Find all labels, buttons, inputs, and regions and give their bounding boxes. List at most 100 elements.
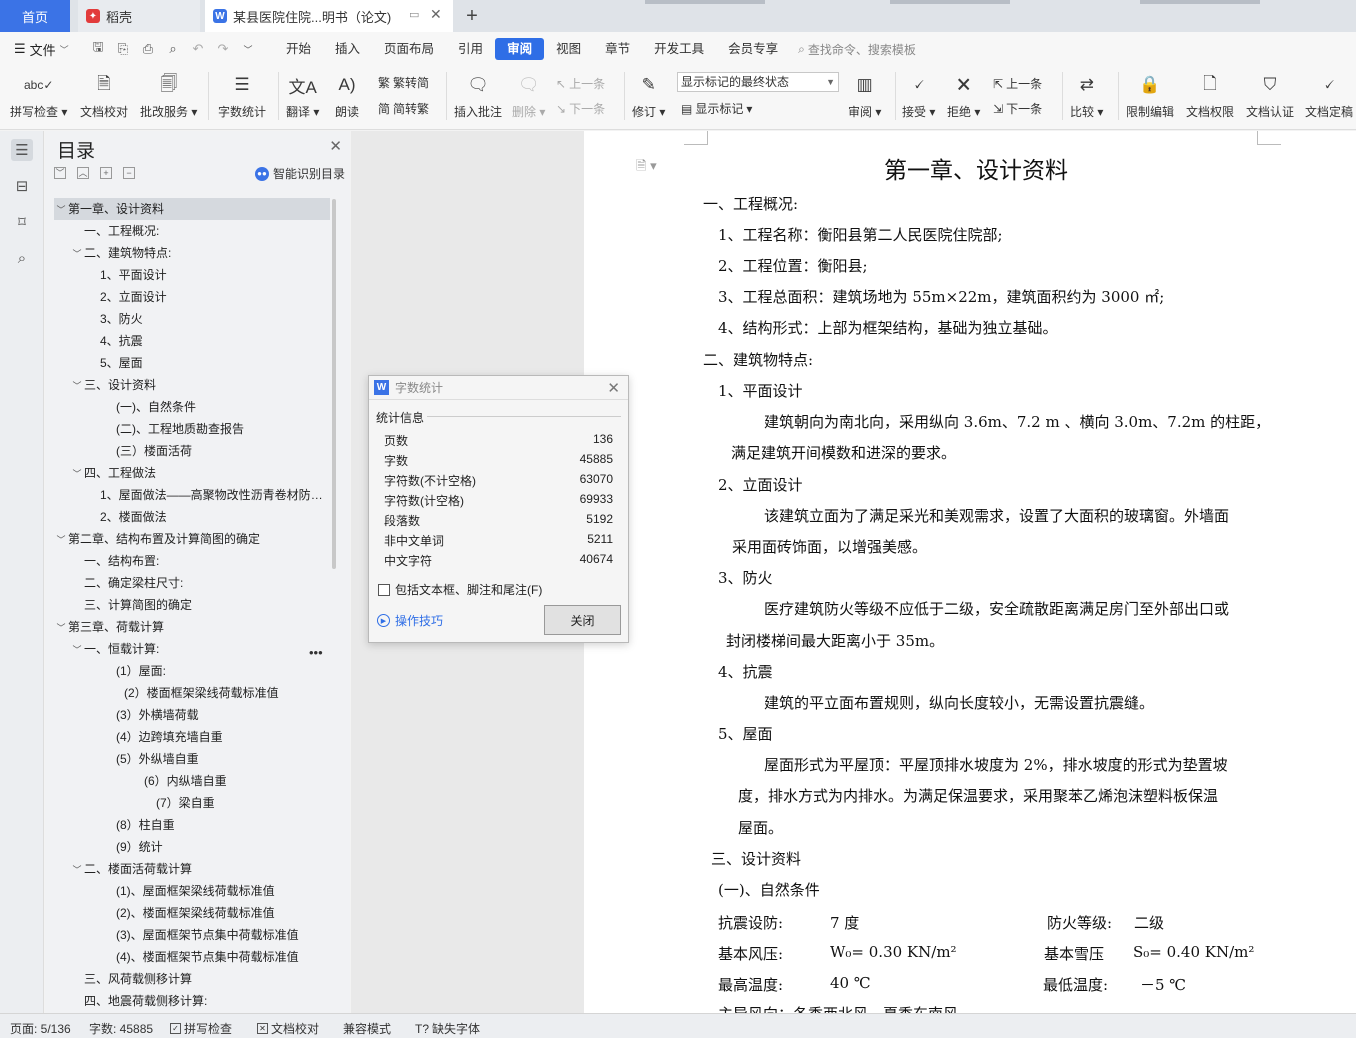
toc-item[interactable]: ﹀ 第二章、结构布置及计算简图的确定 [54,528,330,550]
next-comment-button[interactable]: ↘ 下一条 [556,100,605,117]
translate-button[interactable]: 文A 翻译 ▾ [286,70,319,120]
toc-item[interactable]: (8）柱自重 [54,814,330,836]
prev-change-button[interactable]: ⇱ 上一条 [993,75,1042,92]
toc-item[interactable]: (二)、工程地质勘查报告 [54,418,330,440]
read-aloud-button[interactable]: A) 朗读 [332,70,362,120]
toc-item[interactable]: ﹀ 三、设计资料 [54,374,330,396]
toc-item[interactable]: 3、防火 [54,308,330,330]
reject-button[interactable]: 🗙 拒绝 ▾ [947,70,980,120]
tab-daoke[interactable]: ✦ 稻壳 [78,0,200,32]
customize-toolbar-icon[interactable]: ﹀ [238,39,258,59]
doc-proof-status[interactable]: ✕ 文档校对 [257,1020,319,1037]
insert-comment-button[interactable]: 🗨 插入批注 [454,70,502,120]
toc-item[interactable]: (3)、屋面框架节点集中荷载标准值 [54,924,330,946]
print-preview-icon[interactable]: ⌕ [163,39,183,59]
toc-item[interactable]: (三）楼面活荷 [54,440,330,462]
show-markup-button[interactable]: ▤ 显示标记 ▾ [681,100,752,117]
toc-item[interactable]: (6）内纵墙自重 [54,770,330,792]
toc-item[interactable]: ﹀ 一、恒载计算: [54,638,330,660]
missing-font-status[interactable]: T? 缺失字体 [415,1020,480,1037]
export-pdf-icon[interactable]: ⎘ [113,39,133,59]
chevron-down-icon[interactable]: ﹀ [54,199,68,220]
toc-item[interactable]: (1）屋面: [54,660,330,682]
chapter-nav-icon[interactable]: ⊟ [11,175,33,197]
simp-to-trad-button[interactable]: 简简转繁 [378,100,429,117]
spell-check-status[interactable]: ✓ 拼写检查 [170,1020,232,1037]
delete-comment-button[interactable]: 🗨 删除 ▾ [512,70,545,120]
collapse-all-icon[interactable]: ﹀ [54,167,66,179]
menu-review[interactable]: 审阅 [495,38,545,60]
toc-scrollbar[interactable] [332,199,336,569]
find-icon[interactable]: ⌕ [11,247,33,269]
tab-document[interactable]: W 某县医院住院...明书（论文) ▭ ✕ [205,0,453,32]
close-icon[interactable]: ✕ [329,137,342,155]
chevron-down-icon[interactable]: ﹀ [70,639,84,660]
dialog-titlebar[interactable]: W 字数统计 [369,376,628,400]
toc-item[interactable]: 2、楼面做法 [54,506,330,528]
undo-icon[interactable]: ↶ [188,39,208,59]
expand-up-icon[interactable]: ︿ [77,167,89,179]
toc-item[interactable]: ﹀ 二、建筑物特点: [54,242,330,264]
toc-item[interactable]: 4、抗震 [54,330,330,352]
smart-toc-button[interactable]: ●● 智能识别目录 [255,165,345,182]
tab-home[interactable]: 首页 [0,0,70,32]
toc-item[interactable]: ﹀ 第一章、设计资料 [54,198,330,220]
word-count-indicator[interactable]: 字数: 45885 [89,1020,153,1037]
accept-button[interactable]: 🗸 接受 ▾ [902,70,935,120]
track-changes-button[interactable]: ✎ 修订 ▾ [632,70,665,120]
toc-item[interactable]: 三、计算简图的确定 [54,594,330,616]
chevron-down-icon[interactable]: ﹀ [70,243,84,264]
save-icon[interactable]: 🖫 [88,39,108,59]
next-change-button[interactable]: ⇲ 下一条 [993,100,1042,117]
toc-item[interactable]: (4)、楼面框架节点集中荷载标准值 [54,946,330,968]
toc-item[interactable]: 三、风荷载侧移计算 [54,968,330,990]
toc-item[interactable]: (一)、自然条件 [54,396,330,418]
command-search[interactable]: ⌕ 查找命令、搜索模板 [798,41,916,58]
toc-item[interactable]: (5）外纵墙自重 [54,748,330,770]
toc-item[interactable]: ﹀ 第三章、荷载计算 [54,616,330,638]
toc-item[interactable]: (7）梁自重 [54,792,330,814]
add-heading-icon[interactable]: + [100,167,112,179]
doc-permission-button[interactable]: 🗋 文档权限 [1186,70,1234,120]
compat-mode-status[interactable]: 兼容模式 [343,1020,391,1037]
spell-check-button[interactable]: abc✓ 拼写检查 ▾ [10,70,67,120]
compare-button[interactable]: ⇄ 比较 ▾ [1070,70,1103,120]
print-icon[interactable]: ⎙ [138,39,158,59]
toc-item[interactable]: (9）统计 [54,836,330,858]
toc-item[interactable]: 一、工程概况: [54,220,330,242]
toc-item[interactable]: 一、结构布置: [54,550,330,572]
new-tab-button[interactable]: + [462,0,482,32]
doc-cert-button[interactable]: ⛉ 文档认证 [1246,70,1294,120]
menu-chapter[interactable]: 章节 [593,38,642,60]
close-icon[interactable]: ✕ [607,379,620,397]
menu-member[interactable]: 会员专享 [716,38,790,60]
doc-finalize-button[interactable]: 🗸 文档定稿 [1305,70,1353,120]
remove-heading-icon[interactable]: − [123,167,135,179]
menu-layout[interactable]: 页面布局 [372,38,446,60]
toc-view-icon[interactable]: ☰ [11,139,33,161]
toc-item[interactable]: (3）外横墙荷载 [54,704,330,726]
redo-icon[interactable]: ↷ [213,39,233,59]
restore-window-icon[interactable]: ▭ [409,8,419,21]
restrict-edit-button[interactable]: 🔒 限制编辑 [1126,70,1174,120]
menu-start[interactable]: 开始 [274,38,323,60]
menu-insert[interactable]: 插入 [323,38,372,60]
toc-item[interactable]: ﹀ 二、楼面活荷载计算 [54,858,330,880]
close-tab-icon[interactable]: ✕ [430,6,442,23]
markup-state-select[interactable]: 显示标记的最终状态 ▼ [677,72,839,92]
close-button[interactable]: 关闭 [544,605,621,635]
toc-item[interactable]: (1)、屋面框架梁线荷载标准值 [54,880,330,902]
document-page[interactable]: 🗎 ▾ 第一章、设计资料 一、工程概况: 1、工程名称：衡阳县第二人民医院住院部;… [584,131,1356,1023]
toc-item[interactable]: 二、确定梁柱尺寸: [54,572,330,594]
toc-item[interactable]: (2）楼面框架梁线荷载标准值 [54,682,330,704]
toc-item[interactable]: 四、地震荷载侧移计算: [54,990,330,1008]
review-pane-button[interactable]: ▥ 审阅 ▾ [848,70,881,120]
checkbox-box[interactable] [378,583,390,596]
tips-link[interactable]: ▶ 操作技巧 [377,612,443,629]
trad-to-simp-button[interactable]: 繁繁转简 [378,74,429,91]
chevron-down-icon[interactable]: ﹀ [54,529,68,550]
chevron-down-icon[interactable]: ﹀ [54,617,68,638]
review-service-button[interactable]: 🗐 批改服务 ▾ [140,70,197,120]
toc-item[interactable]: 5、屋面 [54,352,330,374]
menu-references[interactable]: 引用 [446,38,495,60]
